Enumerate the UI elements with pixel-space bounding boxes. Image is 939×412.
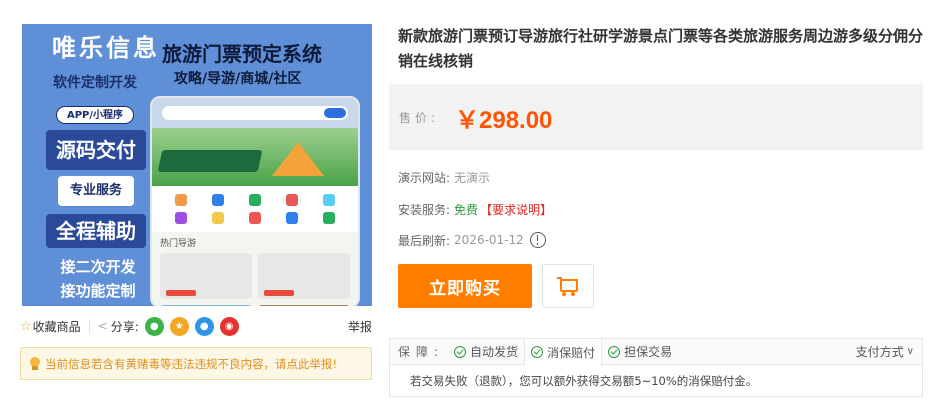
phone-hot-title: 热门导游 xyxy=(160,239,197,249)
install-value: 免费 xyxy=(454,202,479,217)
install-row: 安装服务: 免费 【要求说明】 xyxy=(398,199,552,219)
check-icon xyxy=(608,345,621,358)
phone-cards xyxy=(152,253,358,299)
tag-app: APP/小程序 xyxy=(56,106,134,124)
banner-slogan xyxy=(157,150,263,172)
price-box: 售价: ￥298.00 xyxy=(389,84,923,150)
qq-icon[interactable]: ● xyxy=(194,316,214,336)
install-requirements-link[interactable]: 【要求说明】 xyxy=(480,201,552,218)
wechat-icon[interactable]: ● xyxy=(144,316,164,336)
image-headline: 旅游门票预定系统 xyxy=(162,42,322,66)
tag-source: 源码交付 xyxy=(46,130,146,170)
divider xyxy=(88,319,90,333)
tab-escrow[interactable]: 担保交易 xyxy=(602,339,678,365)
demo-row: 演示网站: 无演示 xyxy=(398,167,490,187)
product-image[interactable]: 唯乐信息 旅游门票预定系统 攻略/导游/商城/社区 软件定制开发 APP/小程序… xyxy=(22,24,372,306)
install-label: 安装服务: xyxy=(398,202,451,217)
tag-full: 全程辅助 xyxy=(46,214,146,248)
add-to-cart-button[interactable] xyxy=(542,264,594,308)
tag-pro: 专业服务 xyxy=(58,176,134,206)
payment-methods-dropdown[interactable]: 支付方式 ∨ xyxy=(856,343,914,360)
guarantee-header: 保障: 自动发货 消保赔付 担保交易 支付方式 ∨ xyxy=(390,338,922,366)
lightbulb-icon xyxy=(29,356,41,371)
tab-auto-delivery[interactable]: 自动发货 xyxy=(448,339,524,365)
notice-text[interactable]: 当前信息若含有黄赌毒等违法违规不良内容，请点此举报! xyxy=(45,356,337,372)
phone-mockup: 热门导游 xyxy=(150,96,360,306)
report-notice[interactable]: 当前信息若含有黄赌毒等违法违规不良内容，请点此举报! xyxy=(20,347,372,380)
tag-secondary-1: 接二次开发 xyxy=(60,258,136,276)
share-row: ☆ 收藏商品 < 分享: ● ★ ● ◉ 举报 xyxy=(20,316,372,336)
product-title: 新款旅游门票预订导游旅行社研学游景点门票等各类旅游服务周边游多级分佣分销在线核销 xyxy=(398,27,924,70)
demo-value: 无演示 xyxy=(454,170,491,185)
tag-custom: 软件定制开发 xyxy=(53,75,137,91)
report-link[interactable]: 举报 xyxy=(348,318,372,335)
guarantee-panel: 保障: 自动发货 消保赔付 担保交易 支付方式 ∨ 若交易失败（退款），您可以额… xyxy=(389,338,923,397)
tab-consumer-protection[interactable]: 消保赔付 xyxy=(524,338,603,366)
phone-search-bar xyxy=(162,106,348,120)
tent-icon xyxy=(272,142,324,176)
check-icon xyxy=(454,345,467,358)
image-subline: 攻略/导游/商城/社区 xyxy=(174,71,302,87)
phone-photos xyxy=(152,299,358,306)
price-value: ￥298.00 xyxy=(455,106,553,134)
brand-logo: 唯乐信息 xyxy=(52,33,160,62)
guide-card xyxy=(258,253,350,299)
price-label: 售价: xyxy=(399,110,440,125)
guarantee-label: 保障: xyxy=(398,345,445,359)
guide-card xyxy=(160,253,252,299)
refresh-row: 最后刷新: 2026-01-12 xyxy=(398,230,546,250)
tab-label: 担保交易 xyxy=(624,345,673,359)
phone-header xyxy=(152,98,358,128)
tab-label: 自动发货 xyxy=(470,345,519,359)
share-label: 分享: xyxy=(110,319,139,334)
chevron-down-icon: ∨ xyxy=(906,346,914,357)
refresh-label: 最后刷新: xyxy=(398,233,451,248)
share-icon: < xyxy=(97,319,108,333)
guarantee-body: 若交易失败（退款），您可以额外获得交易额5~10%的消保赔付金。 xyxy=(410,374,758,388)
tag-secondary-2: 接功能定制 xyxy=(60,282,136,300)
refresh-value: 2026-01-12 xyxy=(454,233,524,247)
phone-banner xyxy=(152,128,358,186)
info-icon[interactable] xyxy=(529,232,546,248)
payment-methods-label: 支付方式 xyxy=(855,345,904,359)
qzone-icon[interactable]: ★ xyxy=(169,316,189,336)
star-icon[interactable]: ☆ xyxy=(20,319,32,334)
tab-label: 消保赔付 xyxy=(547,345,596,360)
cart-icon xyxy=(557,276,579,296)
buy-now-button[interactable]: 立即购买 xyxy=(398,264,532,308)
favorite-link[interactable]: 收藏商品 xyxy=(33,318,81,335)
phone-icon-grid xyxy=(152,186,358,232)
demo-label: 演示网站: xyxy=(398,170,451,185)
weibo-icon[interactable]: ◉ xyxy=(219,316,239,336)
check-icon xyxy=(531,346,544,358)
